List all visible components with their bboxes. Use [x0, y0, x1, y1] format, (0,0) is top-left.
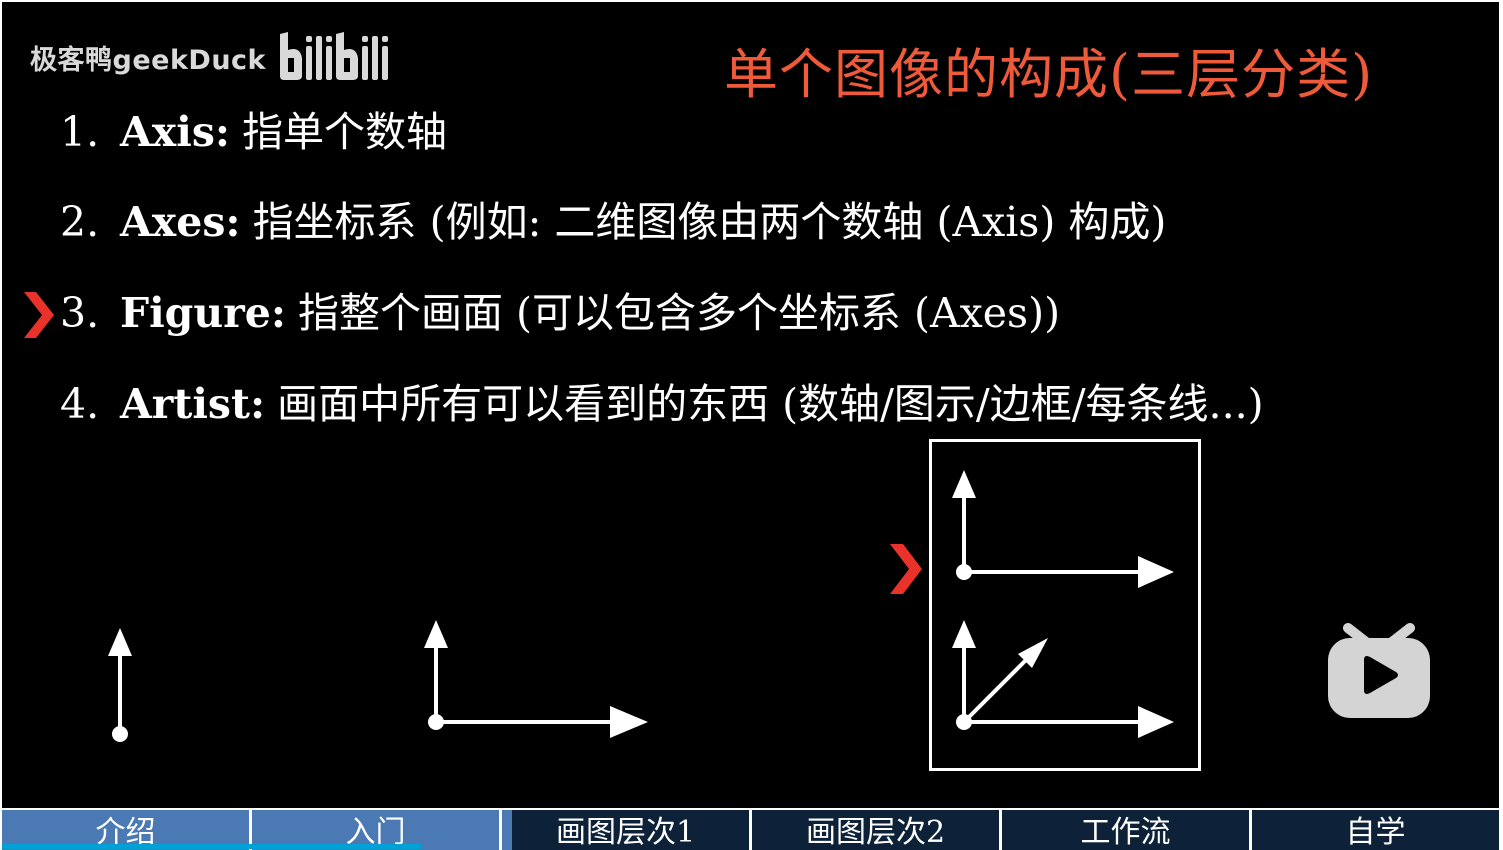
item-term: Axes: [120, 198, 241, 246]
playback-progress-bar[interactable] [2, 844, 421, 849]
channel-watermark: 极客鸭geekDuck [30, 32, 390, 82]
item-description: 指单个数轴 [242, 108, 448, 156]
item-description: 指坐标系 (例如: 二维图像由两个数轴 (Axis) 构成) [252, 198, 1167, 246]
list-item-artist: 4. Artist: 画面中所有可以看到的东西 (数轴/图示/边框/每条线...) [60, 379, 1264, 429]
current-item-chevron-icon [24, 292, 54, 338]
item-description: 指整个画面 (可以包含多个坐标系 (Axes)) [297, 289, 1061, 337]
figure-axes-top-diagram [952, 470, 1174, 588]
bilibili-tv-play-icon[interactable] [1324, 620, 1434, 722]
slide-title: 单个图像的构成(三层分类) [724, 43, 1374, 106]
list-item-axes: 2. Axes: 指坐标系 (例如: 二维图像由两个数轴 (Axis) 构成) [60, 197, 1166, 247]
tab-workflow[interactable]: 工作流 [1002, 810, 1252, 850]
axis-diagram [108, 628, 132, 742]
channel-name: 极客鸭geekDuck [30, 44, 267, 76]
tab-self-study[interactable]: 自学 [1252, 810, 1499, 850]
item-term: Axis: [120, 108, 231, 156]
item-description: 画面中所有可以看到的东西 (数轴/图示/边框/每条线...) [277, 380, 1264, 428]
tab-plot-layers-2[interactable]: 画图层次2 [752, 810, 1002, 850]
tab-plot-layers-1[interactable]: 画图层次1 [502, 810, 752, 850]
item-term: Artist: [120, 380, 266, 428]
item-number: 1. [60, 108, 100, 156]
bilibili-logo [280, 32, 389, 80]
figure-axes-bottom-diagram [952, 620, 1174, 738]
axes-diagram [424, 620, 648, 738]
list-item-figure: 3. Figure: 指整个画面 (可以包含多个坐标系 (Axes)) [60, 288, 1060, 338]
item-number: 2. [60, 198, 100, 246]
video-frame[interactable]: 极客鸭geekDuck 单个图像的构成(三层分类) 1. Axis: 指单个数轴 2… [2, 2, 1499, 808]
item-number: 4. [60, 380, 100, 428]
figure-chevron-icon [890, 544, 922, 594]
item-term: Figure: [120, 289, 286, 337]
item-number: 3. [60, 289, 100, 337]
list-item-axis: 1. Axis: 指单个数轴 [60, 107, 447, 157]
